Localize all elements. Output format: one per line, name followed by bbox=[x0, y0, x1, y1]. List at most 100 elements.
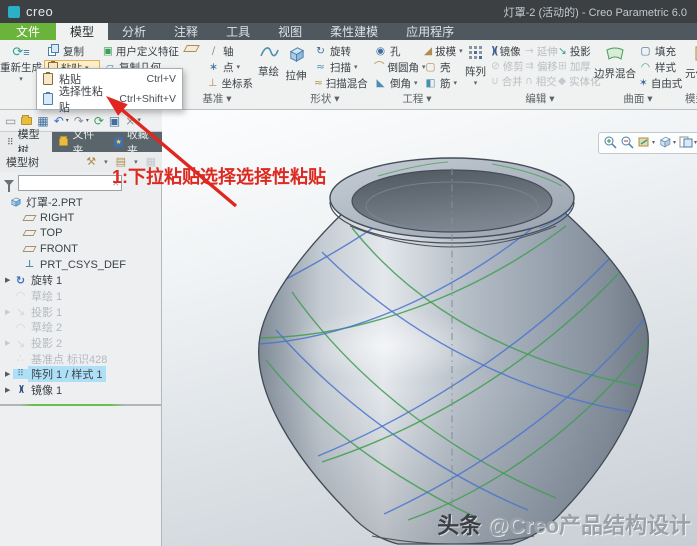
zoom-in-icon[interactable] bbox=[603, 135, 617, 152]
tree-item-plane[interactable]: RIGHT bbox=[0, 210, 162, 226]
datum-group-label[interactable]: 基准 ▾ bbox=[178, 91, 256, 109]
engineering-group-label[interactable]: 工程 ▾ bbox=[371, 91, 463, 109]
tree-item-project[interactable]: ▶ ↘ 投影 1 bbox=[0, 304, 162, 320]
tab-model[interactable]: 模型 bbox=[56, 23, 109, 40]
model-tree-icon: ⠿ bbox=[7, 136, 14, 147]
tree-item-csys[interactable]: ⊥ PRT_CSYS_DEF bbox=[0, 257, 162, 273]
offset-icon: ⇉ bbox=[525, 60, 534, 73]
tab-tools[interactable]: 工具 bbox=[212, 23, 264, 40]
new-file-icon[interactable]: ▭ bbox=[5, 115, 16, 127]
component-interface-button[interactable]: 元件界面 bbox=[684, 44, 697, 81]
trim-icon: ⊘ bbox=[491, 60, 500, 73]
tree-item-sketch[interactable]: ◠ 草绘 2 bbox=[0, 320, 162, 336]
sketch-button[interactable]: 草绘 bbox=[258, 44, 279, 79]
round-button[interactable]: ⌒ 倒圆角 ▾ bbox=[371, 60, 426, 75]
freestyle-button[interactable]: ✶ 自由式 bbox=[636, 76, 682, 91]
udf-button[interactable]: ▣ 用户定义特征 bbox=[100, 44, 179, 59]
datum-plane-button[interactable] bbox=[178, 44, 204, 52]
favorites-icon: ★ bbox=[114, 137, 123, 147]
mirror-button[interactable]: )(镜像 bbox=[488, 44, 522, 59]
tree-separator bbox=[0, 404, 161, 406]
tree-tools-icon[interactable]: ⚒ bbox=[86, 156, 96, 168]
toolbar-more-icon[interactable]: ▾ bbox=[137, 117, 141, 124]
window-icon[interactable]: ▣ bbox=[109, 115, 120, 127]
intersect-button[interactable]: ∩ 相交 bbox=[522, 74, 557, 89]
copy-button[interactable]: 复制 bbox=[44, 43, 100, 59]
saved-views-icon[interactable] bbox=[679, 135, 693, 152]
sweep-button[interactable]: ≈ 扫描 ▾ bbox=[311, 60, 369, 75]
editing-group-label[interactable]: 编辑 ▾ bbox=[488, 91, 592, 109]
datum-plane-icon bbox=[22, 230, 37, 237]
point-icon: ∗ bbox=[209, 61, 218, 74]
tab-favorites[interactable]: ★ 收藏夹 bbox=[107, 129, 162, 157]
redo-icon[interactable]: ↷ bbox=[74, 115, 84, 127]
hole-button[interactable]: ◉ 孔 bbox=[371, 44, 421, 59]
open-file-icon[interactable] bbox=[21, 114, 33, 125]
menu-item-paste-special[interactable]: 选择性粘贴 Ctrl+Shift+V bbox=[37, 86, 182, 114]
offset-button[interactable]: ⇉ 偏移 bbox=[522, 59, 558, 74]
close-icon[interactable]: × bbox=[125, 115, 135, 127]
sweep-icon: ≈ bbox=[316, 61, 325, 74]
tab-annotate[interactable]: 注释 bbox=[160, 23, 212, 40]
shell-button[interactable]: ▢ 壳 bbox=[421, 60, 463, 75]
datum-group: ∕ 轴 ∗ 点 ▾ ⊥ 坐标系 基准 ▾ bbox=[178, 40, 256, 109]
regenerate-quick-icon[interactable]: ⟳ bbox=[94, 115, 104, 127]
tree-item-part[interactable]: 灯罩-2.PRT bbox=[0, 194, 162, 210]
shapes-group-label[interactable]: 形状 ▾ bbox=[281, 91, 369, 109]
zoom-out-icon[interactable] bbox=[620, 135, 634, 152]
tree-item-plane[interactable]: TOP bbox=[0, 225, 162, 241]
surfaces-group: 边界混合 ▢ 填充 ◠ 样式 ✶ 自由式 曲面 ▾ bbox=[594, 40, 682, 109]
tab-folder-browser[interactable]: 文件夹 bbox=[52, 129, 108, 157]
rib-button[interactable]: ◧ 筋 ▾ bbox=[421, 76, 463, 91]
thicken-button[interactable]: ⊞ 加厚 bbox=[555, 59, 592, 74]
datum-csys-button[interactable]: ⊥ 坐标系 bbox=[204, 76, 256, 91]
tab-view[interactable]: 视图 bbox=[264, 23, 316, 40]
tree-item-sketch[interactable]: ◠ 草绘 1 bbox=[0, 288, 162, 304]
chamfer-button[interactable]: ◣ 倒角 ▾ bbox=[371, 76, 421, 91]
expand-arrow-icon[interactable]: ▶ bbox=[0, 339, 13, 347]
tree-item-pattern[interactable]: ▶ ⠿ 阵列 1 / 样式 1 bbox=[0, 366, 162, 383]
solidify-button[interactable]: ◆ 实体化 bbox=[555, 74, 601, 89]
model-tree-filter-input[interactable] bbox=[18, 175, 122, 191]
tab-analysis[interactable]: 分析 bbox=[108, 23, 160, 40]
display-style-icon[interactable] bbox=[658, 135, 672, 152]
expand-arrow-icon[interactable]: ▶ bbox=[0, 308, 13, 316]
revolve-icon: ↻ bbox=[15, 273, 26, 287]
csys-icon: ⊥ bbox=[208, 77, 218, 90]
tree-item-project[interactable]: ▶ ↘ 投影 2 bbox=[0, 335, 162, 351]
trim-button[interactable]: ⊘ 修剪 bbox=[488, 59, 524, 74]
fill-button[interactable]: ▢ 填充 bbox=[636, 44, 682, 59]
project-icon: ↘ bbox=[15, 336, 26, 350]
pattern-button[interactable]: 阵列 ▾ bbox=[465, 44, 486, 87]
swept-blend-button[interactable]: ≈ 扫描混合 bbox=[311, 76, 369, 91]
refit-icon[interactable] bbox=[637, 135, 651, 152]
merge-button[interactable]: ∪ 合并 bbox=[488, 74, 523, 89]
extend-button[interactable]: → 延伸 bbox=[522, 44, 558, 59]
datum-axis-button[interactable]: ∕ 轴 bbox=[204, 44, 256, 59]
model-intent-group-label[interactable]: 模型意图 bbox=[684, 91, 697, 109]
revolve-button[interactable]: ↻ 旋转 bbox=[311, 44, 369, 59]
project-button[interactable]: ↘ 投影 bbox=[555, 44, 592, 59]
draft-button[interactable]: ◢ 拔模 ▾ bbox=[421, 44, 463, 59]
project-icon: ↘ bbox=[558, 45, 567, 58]
datum-point-button[interactable]: ∗ 点 ▾ bbox=[204, 60, 256, 75]
tab-file[interactable]: 文件 bbox=[0, 23, 57, 40]
save-icon[interactable]: ▦ bbox=[37, 115, 48, 127]
tab-applications[interactable]: 应用程序 bbox=[392, 23, 468, 40]
extrude-button[interactable]: 拉伸 bbox=[281, 44, 311, 83]
tree-item-datum-point[interactable]: ∴ 基准点 标识428 bbox=[0, 351, 162, 367]
style-button[interactable]: ◠ 样式 bbox=[636, 60, 682, 75]
expand-arrow-icon[interactable]: ▶ bbox=[0, 276, 13, 284]
tab-model-tree[interactable]: ⠿ 模型树 bbox=[0, 129, 52, 157]
paste-special-icon bbox=[43, 92, 53, 105]
tab-flexible-modeling[interactable]: 柔性建模 bbox=[316, 23, 392, 40]
undo-icon[interactable]: ↶ bbox=[54, 115, 64, 127]
surfaces-group-label[interactable]: 曲面 ▾ bbox=[594, 91, 682, 109]
expand-arrow-icon[interactable]: ▶ bbox=[0, 370, 13, 378]
boundary-blend-button[interactable]: 边界混合 bbox=[594, 44, 636, 81]
tree-item-plane[interactable]: FRONT bbox=[0, 241, 162, 257]
expand-arrow-icon[interactable]: ▶ bbox=[0, 386, 13, 394]
engineering-group: ◉ 孔 ⌒ 倒圆角 ▾ ◣ 倒角 ▾ ◢ 拔模 ▾ ▢ 壳 ◧ 筋 ▾ 工程 ▾ bbox=[371, 40, 463, 109]
tree-item-revolve[interactable]: ▶ ↻ 旋转 1 bbox=[0, 272, 162, 288]
tree-item-mirror[interactable]: ▶ )( 镜像 1 bbox=[0, 382, 162, 398]
